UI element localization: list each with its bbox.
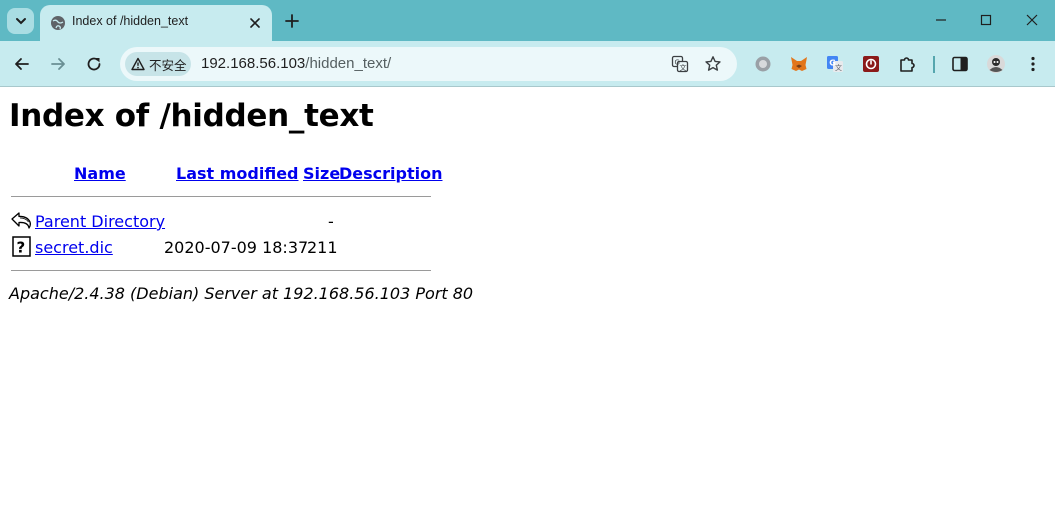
globe-icon bbox=[51, 16, 65, 30]
circle-extension-icon[interactable] bbox=[753, 54, 773, 74]
browser-toolbar: 不安全 192.168.56.103/hidden_text/ G 文 G 文 bbox=[0, 41, 1055, 87]
side-panel-icon[interactable] bbox=[950, 54, 970, 74]
security-label: 不安全 bbox=[149, 58, 187, 73]
tab-title: Index of /hidden_text bbox=[72, 14, 189, 28]
column-header-size[interactable]: Size bbox=[303, 164, 340, 183]
back-button[interactable] bbox=[11, 53, 33, 75]
header-divider bbox=[11, 196, 431, 197]
server-signature: Apache/2.4.38 (Debian) Server at 192.168… bbox=[9, 284, 474, 303]
url-text[interactable]: 192.168.56.103/hidden_text/ bbox=[201, 55, 391, 72]
back-arrow-icon bbox=[11, 212, 31, 229]
tab-strip: Index of /hidden_text bbox=[0, 0, 1055, 41]
footer-divider bbox=[11, 270, 431, 271]
column-header-last-modified[interactable]: Last modified bbox=[176, 164, 299, 183]
address-bar[interactable]: 不安全 192.168.56.103/hidden_text/ G 文 bbox=[120, 47, 737, 81]
unknown-file-icon: ? bbox=[12, 236, 31, 257]
row-last-modified: 2020-07-09 18:37 bbox=[164, 238, 309, 257]
column-header-name[interactable]: Name bbox=[74, 164, 126, 183]
row-size: - bbox=[328, 212, 334, 231]
metamask-fox-icon[interactable] bbox=[789, 54, 809, 74]
toolbar-divider bbox=[933, 56, 935, 73]
chevron-down-icon bbox=[15, 18, 26, 25]
tab-search-button[interactable] bbox=[7, 8, 34, 34]
svg-text:文: 文 bbox=[835, 63, 842, 72]
maximize-button[interactable] bbox=[976, 10, 996, 30]
url-host: 192.168.56.103 bbox=[201, 55, 306, 72]
star-icon[interactable] bbox=[704, 55, 722, 73]
kebab-menu-icon[interactable] bbox=[1023, 54, 1043, 74]
close-window-button[interactable] bbox=[1022, 10, 1042, 30]
column-header-description[interactable]: Description bbox=[339, 164, 442, 183]
puzzle-icon[interactable] bbox=[897, 54, 917, 74]
close-icon[interactable] bbox=[247, 15, 263, 31]
avatar[interactable] bbox=[986, 54, 1006, 74]
active-tab[interactable]: Index of /hidden_text bbox=[40, 5, 272, 41]
reload-button[interactable] bbox=[83, 53, 105, 75]
warning-icon bbox=[131, 57, 145, 71]
forward-button[interactable] bbox=[47, 53, 69, 75]
new-tab-button[interactable] bbox=[283, 12, 301, 30]
red-square-extension-icon[interactable] bbox=[861, 54, 881, 74]
translate-icon[interactable]: G 文 bbox=[671, 55, 689, 73]
file-link-secret-dic[interactable]: secret.dic bbox=[35, 238, 113, 257]
parent-directory-link[interactable]: Parent Directory bbox=[35, 212, 165, 231]
page-title: Index of /hidden_text bbox=[9, 98, 374, 134]
url-path: /hidden_text/ bbox=[305, 55, 392, 72]
minimize-button[interactable] bbox=[931, 10, 951, 30]
security-chip[interactable]: 不安全 bbox=[125, 52, 191, 76]
svg-text:?: ? bbox=[17, 239, 26, 257]
row-size: 211 bbox=[307, 238, 338, 257]
svg-text:文: 文 bbox=[680, 63, 687, 72]
google-translate-icon[interactable]: G 文 bbox=[825, 54, 845, 74]
